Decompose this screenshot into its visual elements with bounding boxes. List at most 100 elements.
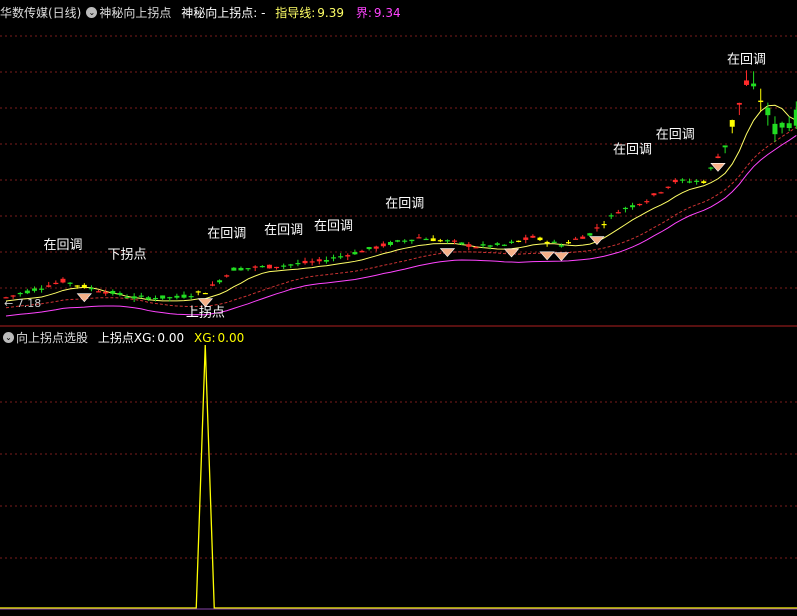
candle-body [473,247,479,249]
candle-body [81,284,87,288]
candle [402,239,408,244]
candle-body [209,284,215,286]
candle-body [601,223,607,226]
candle-body [188,296,194,298]
candle [694,179,700,185]
candle [708,166,714,171]
candle [580,234,586,239]
annotation-label: 在回调 [43,238,82,253]
candle-body [31,288,37,291]
candle-body [74,285,80,287]
candle-body [644,201,650,203]
candle [630,202,636,210]
candle [608,213,614,220]
candle-body [751,83,757,87]
candle-body [67,282,73,284]
candle-body [295,263,301,265]
candle [423,237,429,241]
candle-body [722,145,728,148]
candle [516,240,522,243]
candle [281,263,287,270]
candle-body [60,278,66,283]
candle [323,256,329,264]
candle [779,121,785,134]
candle-body [266,264,272,269]
candle-body [437,240,443,242]
candle-body [466,244,472,247]
candle-body [430,238,436,242]
candle [359,249,365,253]
candle-body [551,241,557,243]
min-price-label: ← 7.18 [4,297,41,310]
candle-body [124,297,130,299]
candle [722,145,728,154]
candle [224,274,230,278]
candle-body [779,122,785,128]
candle-body [537,237,543,241]
candle-body [39,288,45,290]
candle-body [195,291,201,293]
annotation-label: 在回调 [656,128,695,143]
diamond-marker [710,162,726,172]
lower-panel [0,344,797,610]
candle [188,293,194,300]
candle [530,234,536,239]
candle-body [252,266,258,268]
candle-body [174,295,180,298]
diamond-marker [503,248,520,258]
annotation-label: 上拐点 [186,305,225,320]
candle [60,277,66,284]
candle-body [309,261,315,263]
candle [195,290,201,296]
diamond-marker [76,293,92,303]
candle-body [131,296,137,299]
candle [345,253,351,261]
candle [651,192,657,197]
diamond-marker [439,248,456,258]
candle-body [359,250,365,253]
candle [138,292,144,299]
candle [751,71,757,90]
candle-body [281,265,287,267]
candle-body [715,156,721,159]
annotation-label: 在回调 [264,223,303,238]
candle [366,246,372,251]
candle-body [96,291,102,293]
candle [772,116,778,142]
candle-body [729,120,735,127]
candle [644,199,650,204]
candle-body [181,294,187,298]
candle [537,236,543,241]
candle-body [544,241,550,244]
candle [587,232,593,237]
candle-body [594,227,600,229]
candle [46,281,52,288]
candle-body [786,123,792,129]
candle [523,234,529,244]
candle-body [501,244,507,246]
candle [67,282,73,287]
candle-body [373,246,379,249]
candle-body [452,240,458,242]
candle-body [117,292,123,295]
chart-canvas[interactable]: 在回调下拐点上拐点在回调 在回调 在回调在回调在回调在回调在回调 ← 7.18 [0,0,797,616]
candle-body [138,295,144,297]
candle-body [224,275,230,277]
candle-body [53,282,59,285]
candle [687,178,693,184]
candle-body [160,295,166,299]
candle [288,263,294,269]
candle-body [46,285,52,287]
annotation-label: 在回调 [613,143,652,158]
candle-body [331,257,337,259]
candle [238,266,244,271]
candle-body [772,123,778,135]
bound-line [5,135,797,317]
candle-body [17,292,23,295]
candle [217,279,223,285]
candle-body [416,237,422,239]
annotation-label: 在回调 [207,227,246,242]
candle [743,70,749,87]
candle [622,206,628,213]
candle-body [387,242,393,245]
